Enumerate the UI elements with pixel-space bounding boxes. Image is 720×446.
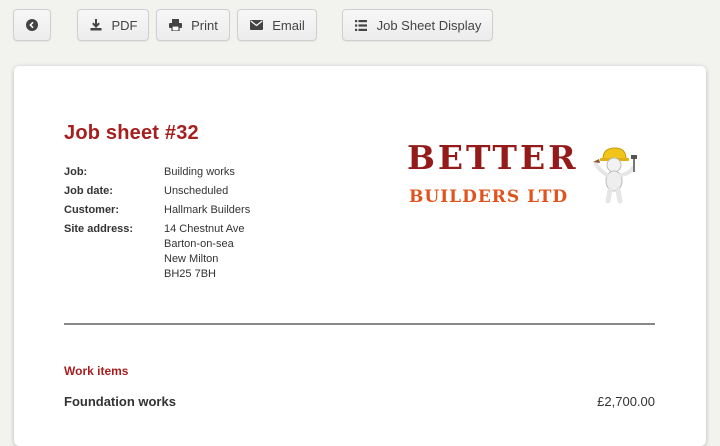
detail-row-job: Job: Building works — [64, 165, 250, 180]
detail-row-customer: Customer: Hallmark Builders — [64, 203, 250, 218]
work-items-heading: Work items — [64, 364, 129, 378]
divider — [64, 323, 655, 325]
chevron-left-circle-icon — [25, 18, 39, 32]
address-line: 14 Chestnut Ave — [164, 223, 245, 235]
email-label: Email — [272, 17, 305, 33]
logo-text-better: BETTER — [407, 138, 579, 177]
builder-figure-icon — [593, 144, 643, 211]
printer-icon — [168, 18, 182, 32]
address-line: BH25 7BH — [164, 268, 216, 280]
job-date-value: Unscheduled — [164, 185, 229, 197]
page-title: Job sheet #32 — [64, 122, 199, 144]
email-button[interactable]: Email — [237, 9, 317, 41]
work-item-row: Foundation works £2,700.00 — [64, 394, 655, 409]
address-line: New Milton — [164, 253, 219, 265]
logo-text-builders: BUILDERS LTD — [409, 187, 569, 207]
detail-row-site-address: Site address: 14 Chestnut Ave Barton-on-… — [64, 222, 250, 282]
envelope-icon — [249, 18, 263, 32]
work-item-name: Foundation works — [64, 394, 176, 409]
job-sheet-card: Job sheet #32 Job: Building works Job da… — [14, 66, 706, 446]
company-logo: BETTER BUILDERS LTD — [407, 138, 647, 218]
print-button[interactable]: Print — [156, 9, 230, 41]
address-line: Barton-on-sea — [164, 238, 234, 250]
pdf-button[interactable]: PDF — [77, 9, 149, 41]
work-item-price: £2,700.00 — [597, 394, 655, 409]
job-date-label: Job date: — [64, 185, 113, 197]
detail-row-date: Job date: Unscheduled — [64, 184, 250, 199]
job-sheet-display-button[interactable]: Job Sheet Display — [342, 9, 493, 41]
list-icon — [354, 18, 368, 32]
back-button[interactable] — [13, 9, 51, 41]
site-address-value: 14 Chestnut Ave Barton-on-sea New Milton… — [164, 222, 245, 282]
customer-label: Customer: — [64, 204, 120, 216]
site-address-label: Site address: — [64, 223, 134, 235]
pdf-label: PDF — [111, 17, 138, 33]
job-details: Job: Building works Job date: Unschedule… — [64, 165, 250, 286]
job-value: Building works — [164, 166, 235, 178]
download-icon — [89, 18, 103, 32]
job-sheet-display-label: Job Sheet Display — [376, 17, 482, 33]
job-label: Job: — [64, 166, 88, 178]
customer-value: Hallmark Builders — [164, 204, 251, 216]
print-label: Print — [191, 17, 218, 33]
